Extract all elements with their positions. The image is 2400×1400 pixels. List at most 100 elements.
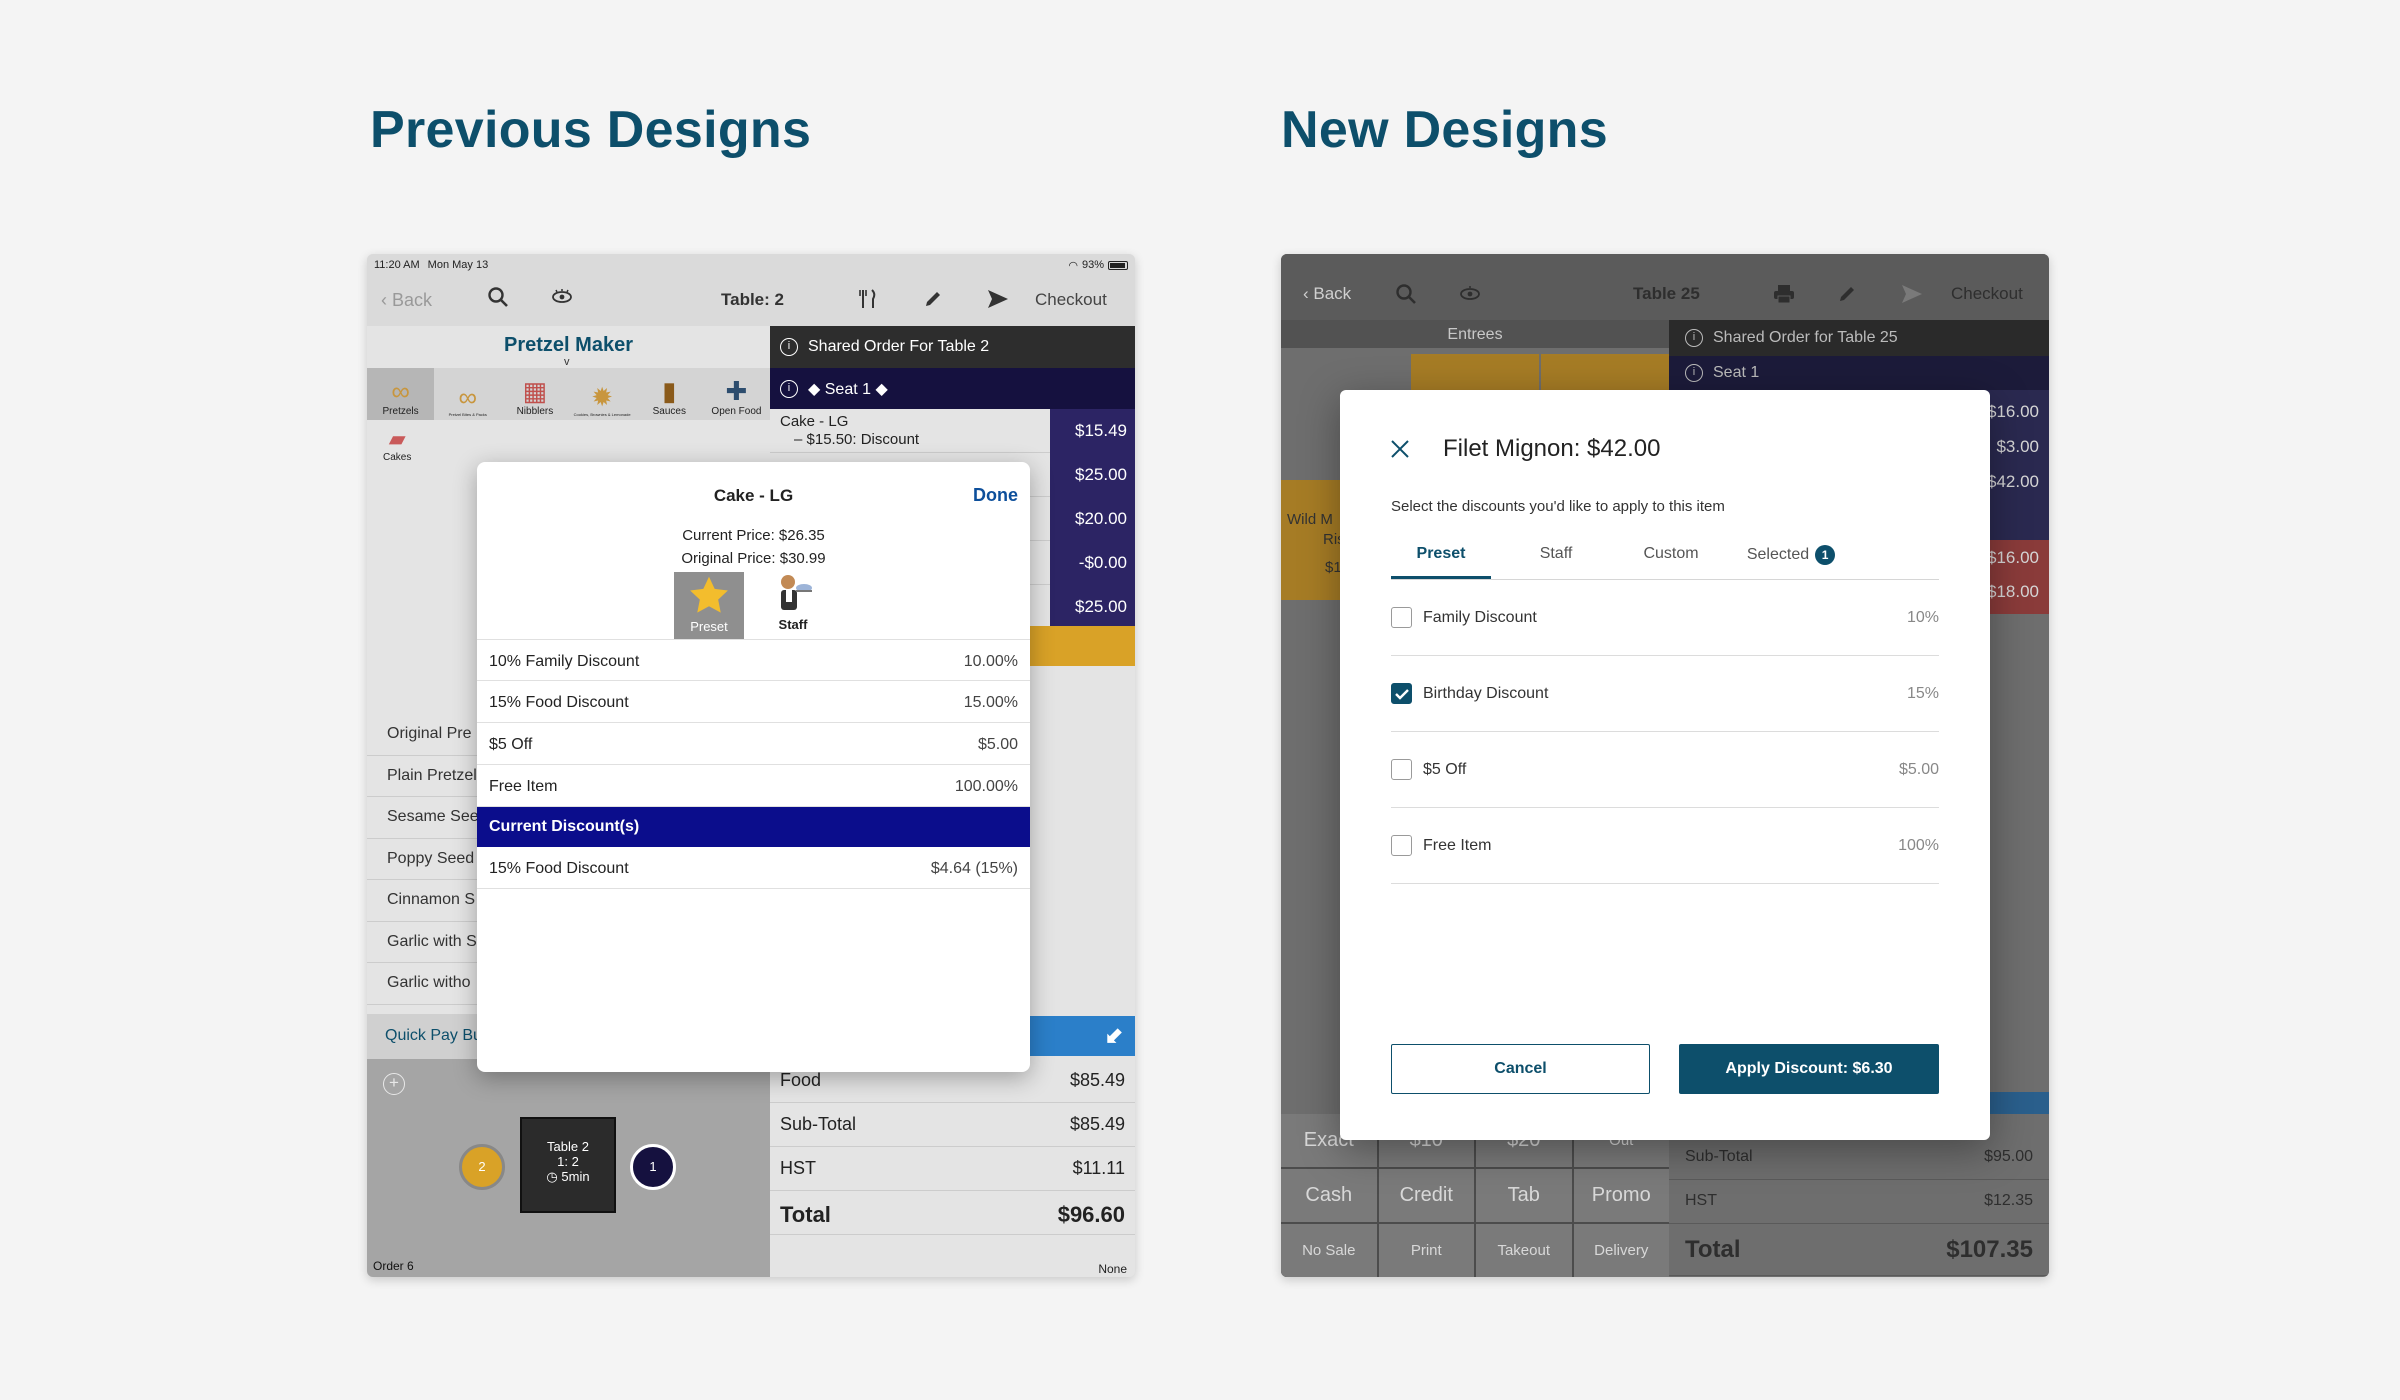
close-icon[interactable] [1391,440,1409,463]
menu-item[interactable]: Sesame See [367,797,477,839]
discount-option[interactable]: Free Item 100% [1391,808,1939,884]
discount-option[interactable]: Family Discount 10% [1391,580,1939,656]
seat-header: i ◆ Seat 1 ◆ [770,368,1135,409]
category-bar: ∞ Pretzels ∞ Pretzel Bites & Packs ▦ Nibblers… [367,368,770,420]
discount-option[interactable]: Birthday Discount 15% [1391,656,1939,732]
table-2-card[interactable]: Table 2 1: 2 ◷ 5min [520,1117,616,1213]
category-cakes[interactable]: ▰ Cakes [383,426,411,463]
category-item[interactable]: ▦ Nibblers [501,368,568,420]
checkbox-checked-icon[interactable] [1391,683,1412,704]
total-row: Total $107.35 [1669,1224,2049,1276]
category-label: Sauces [652,406,686,417]
pencil-icon[interactable] [1837,284,1857,309]
menu-item[interactable]: Garlic witho [367,963,477,1005]
total-label: Sub-Total [780,1114,857,1134]
current-discount-row[interactable]: 15% Food Discount $4.64 (15%) [477,847,1030,889]
total-value: $96.60 [1057,1202,1125,1227]
tab-selected-label: Selected [1746,546,1810,563]
keypad-key[interactable]: Credit [1378,1169,1474,1222]
eye-icon[interactable] [551,288,573,309]
checkbox-icon[interactable] [1391,759,1412,780]
keypad-key[interactable]: Cash [1281,1169,1377,1222]
cancel-button[interactable]: Cancel [1391,1044,1650,1094]
info-icon[interactable]: i [780,338,798,356]
search-icon[interactable] [487,286,509,313]
info-icon[interactable]: i [780,379,798,398]
order-item-price: $25.00 [1050,453,1135,497]
tab-custom[interactable]: Custom [1621,533,1721,579]
order-item-name: Cake - LG [780,413,849,430]
toolbar: ‹ Back Table: 2 Checkout [367,276,1135,326]
keypad-key[interactable]: Delivery [1573,1224,1669,1277]
discount-row[interactable]: 10% Family Discount 10.00% [477,639,1030,681]
menu-item[interactable]: Poppy Seed [367,839,477,880]
waiter-icon [781,575,812,610]
tab-selected[interactable]: Selected 1 [1721,533,1861,579]
category-item[interactable]: ✹ Cookies, Brownies & Lemonade [569,368,636,420]
checkout-button[interactable]: Checkout [1951,284,2023,304]
apply-discount-button[interactable]: Apply Discount: $6.30 [1679,1044,1939,1094]
total-row: Sub-Total $95.00 [1669,1136,2049,1180]
category-item[interactable]: ✚ Open Food [703,368,770,420]
pencil-icon[interactable] [923,289,943,314]
menu-item[interactable]: Plain Pretzel [367,756,477,797]
send-icon[interactable] [1901,284,1923,309]
seat-label: ◆ Seat 1 ◆ [808,380,888,398]
add-icon[interactable]: + [383,1073,405,1095]
category-item[interactable]: ∞ Pretzels [367,368,435,420]
discount-row[interactable]: Free Item 100.00% [477,765,1030,807]
tab-entrees[interactable]: Entrees [1281,320,1669,348]
discount-value: $5.00 [1898,760,1939,778]
checkbox-icon[interactable] [1391,835,1412,856]
menu-tile[interactable] [1541,354,1669,390]
category-label: Pretzel Bites & Packs [448,412,487,417]
keypad-key[interactable]: Takeout [1476,1224,1572,1277]
discount-row[interactable]: $5 Off $5.00 [477,723,1030,765]
quick-pay-button[interactable]: Quick Pay Bu [367,1014,477,1059]
keypad-key[interactable]: Promo [1573,1169,1669,1222]
brand-name: Pretzel Maker [504,334,633,356]
cutlery-icon[interactable] [859,288,877,315]
checkbox-icon[interactable] [1391,607,1412,628]
current-price: Current Price: $26.35 [682,527,825,544]
eye-icon[interactable] [1459,285,1481,306]
done-button[interactable]: Done [973,485,1018,506]
order-row[interactable]: Cake - LG – $15.50: Discount $15.49 [770,409,1135,453]
seat-1-marker[interactable]: 1 [630,1144,676,1190]
keypad-key[interactable]: Tab [1476,1169,1572,1222]
back-button[interactable]: ‹ Back [381,290,432,311]
brand-chevron-icon[interactable]: v [564,356,570,368]
clock-icon: ◷ [546,1169,558,1184]
info-icon[interactable]: i [1685,329,1703,347]
back-button[interactable]: ‹ Back [1303,284,1351,304]
seat-2-marker[interactable]: 2 [459,1144,505,1190]
menu-tile-risotto[interactable]: Wild M Ris $18 [1281,480,1350,600]
menu-item[interactable]: Cinnamon S [367,880,477,922]
staff-tab[interactable]: Staff [763,572,823,639]
tab-staff[interactable]: Staff [1491,533,1621,579]
info-icon[interactable]: i [1685,364,1703,382]
menu-tile[interactable] [1411,354,1539,390]
keypad-key[interactable]: No Sale [1281,1224,1377,1277]
menu-item[interactable]: Original Pre [367,714,477,756]
menu-item[interactable]: Garlic with S [367,922,477,963]
keypad-key[interactable]: Print [1378,1224,1474,1277]
total-label: Food [780,1070,822,1090]
tab-preset[interactable]: Preset [1391,533,1491,579]
discount-option[interactable]: $5 Off $5.00 [1391,732,1939,808]
total-label: Sub-Total [1685,1148,1753,1165]
battery-level: 93% [1081,259,1104,271]
discount-row[interactable]: 15% Food Discount 15.00% [477,681,1030,723]
checkout-button[interactable]: Checkout [1035,290,1107,310]
category-label: Nibblers [516,406,554,417]
discount-value: 100.00% [954,778,1018,795]
category-item[interactable]: ▮ Sauces [636,368,703,420]
order-item-price: -$0.00 [1050,541,1135,585]
category-item[interactable]: ∞ Pretzel Bites & Packs [434,368,501,420]
preset-tab[interactable]: Preset [674,572,744,639]
search-icon[interactable] [1395,283,1417,310]
send-icon[interactable] [987,289,1009,314]
collapse-icon[interactable]: ⬋ [1105,1023,1123,1049]
print-icon[interactable] [1773,284,1795,309]
discount-name: Family Discount [1423,608,1537,626]
